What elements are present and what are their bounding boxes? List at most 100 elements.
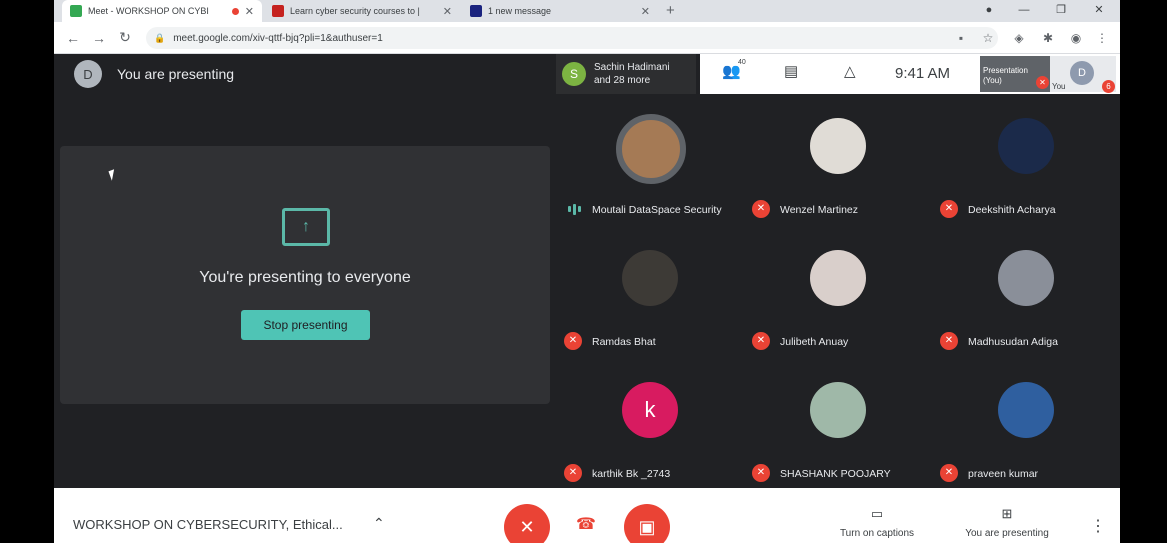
reload-icon[interactable]: ↻ [112,29,138,46]
camera-icon[interactable]: ▪ [949,22,973,54]
muted-mic-icon: ✕ [564,332,582,350]
activities-icon[interactable]: △ [844,62,856,80]
profile-dot-icon[interactable]: ● [974,0,1004,22]
url-text: meet.google.com/xiv-qttf-bjq?pli=1&authu… [173,32,383,44]
avatar [998,250,1054,306]
bottom-control-bar: WORKSHOP ON CYBERSECURITY, Ethical... ⌃ … [54,488,1120,543]
maximize-icon[interactable]: ❐ [1046,0,1076,22]
participant-tile[interactable]: ✕ Wenzel Martinez [744,96,932,226]
tab-title: Learn cyber security courses to | [290,6,420,16]
muted-mic-icon: ✕ [940,464,958,482]
close-tab-icon[interactable]: ✕ [245,5,254,18]
owner-more: and 28 more [594,75,651,86]
meeting-tools: 👥 40 ▤ △ 9:41 AM Presentation (You) ✕ D … [700,54,1120,94]
avatar: D [74,60,102,88]
tab-cyber-courses[interactable]: Learn cyber security courses to | ✕ [264,0,460,22]
browser-tab-strip: Meet - WORKSHOP ON CYBI ✕ Learn cyber se… [54,0,1120,22]
presenting-message: You're presenting to everyone [199,269,411,286]
meeting-clock: 9:41 AM [895,65,951,82]
muted-mic-icon: ✕ [1036,76,1049,89]
meeting-owner-chip[interactable]: S Sachin Hadimani and 28 more [556,54,696,94]
address-bar[interactable]: 🔒 meet.google.com/xiv-qttf-bjq?pli=1&aut… [146,27,998,49]
you-count-badge: 6 [1102,80,1115,93]
new-tab-button[interactable]: + [666,0,675,22]
captions-button[interactable]: ▭ Turn on captions [829,506,925,539]
participant-name: Julibeth Anuay [780,336,849,348]
chevron-up-icon[interactable]: ⌃ [373,515,385,532]
forward-icon[interactable]: → [86,30,112,46]
captions-icon: ▭ [870,506,884,521]
hang-up-button[interactable]: ☎ [576,514,596,534]
participant-tile[interactable]: ✕ Ramdas Bhat [556,228,744,358]
captions-label: Turn on captions [839,528,915,539]
participant-tile[interactable]: ✕ Madhusudan Adiga [932,228,1120,358]
minimize-icon[interactable]: — [1009,0,1039,22]
close-window-icon[interactable]: ✕ [1084,0,1114,22]
mic-off-button[interactable]: ✕ [504,504,550,543]
participant-tile[interactable]: ✕ Deekshith Acharya [932,96,1120,226]
owner-name: Sachin Hadimani [594,62,670,73]
participant-name: Madhusudan Adiga [968,336,1058,348]
participant-name: Deekshith Acharya [968,204,1056,216]
bookmark-star-icon[interactable]: ☆ [976,22,1000,54]
avatar: D [1070,61,1094,85]
avatar: k [622,382,678,438]
shield-extension-icon[interactable]: ◈ [1007,22,1031,54]
chrome-menu-icon[interactable]: ⋮ [1090,22,1114,54]
avatar [810,382,866,438]
presentation-panel: ↑ You're presenting to everyone Stop pre… [60,146,550,404]
close-tab-icon[interactable]: ✕ [443,5,452,18]
thumb-label: Presentation [983,66,1028,75]
participant-name: SHASHANK POOJARY [780,468,891,480]
participant-tile[interactable]: Moutali DataSpace Security [556,96,744,226]
tab-title: Meet - WORKSHOP ON CYBI [88,6,209,16]
meet-window: Meet - WORKSHOP ON CYBI ✕ Learn cyber se… [54,0,1120,543]
stop-presenting-button[interactable]: Stop presenting [241,310,370,340]
presentation-thumbnail[interactable]: Presentation (You) ✕ [980,56,1050,92]
speaking-indicator-icon [568,203,582,215]
muted-mic-icon: ✕ [752,200,770,218]
tab-meet[interactable]: Meet - WORKSHOP ON CYBI ✕ [62,0,262,22]
muted-mic-icon: ✕ [752,332,770,350]
browser-toolbar: ← → ↻ 🔒 meet.google.com/xiv-qttf-bjq?pli… [54,22,1120,54]
presenting-header: D You are presenting [54,54,554,94]
participant-tile[interactable]: ✕ SHASHANK POOJARY [744,360,932,490]
mic-off-icon: ✕ [519,516,535,537]
mouse-cursor-icon [108,169,118,181]
presenting-status-text: You are presenting [117,66,235,82]
site-favicon-icon [272,5,284,17]
presenting-button[interactable]: ⊞ You are presenting [959,506,1055,539]
meeting-header: S Sachin Hadimani and 28 more 👥 40 ▤ △ 9… [556,54,1120,94]
camera-off-button[interactable]: ▣ [624,504,670,543]
present-screen-icon: ↑ [282,208,330,246]
more-options-icon[interactable]: ⋮ [1090,516,1106,536]
meeting-title[interactable]: WORKSHOP ON CYBERSECURITY, Ethical... [73,517,343,532]
meet-favicon-icon [70,5,82,17]
close-tab-icon[interactable]: ✕ [641,5,650,18]
chat-icon[interactable]: ▤ [784,62,798,80]
tab-message[interactable]: 1 new message ✕ [462,0,658,22]
participant-name: Wenzel Martinez [780,204,859,216]
presenting-label: You are presenting [965,528,1049,539]
avatar [622,250,678,306]
avatar: S [562,62,586,86]
avatar [998,382,1054,438]
you-label: You [1052,82,1066,91]
self-view-thumbnail[interactable]: D You 6 [1050,56,1116,93]
profile-avatar-icon[interactable]: ◉ [1064,22,1088,54]
muted-mic-icon: ✕ [752,464,770,482]
present-icon: ⊞ [1001,506,1013,521]
back-icon[interactable]: ← [60,30,86,46]
avatar [810,250,866,306]
avatar [810,118,866,174]
recording-dot-icon [231,7,239,15]
participant-tile[interactable]: ✕ praveen kumar [932,360,1120,490]
mail-favicon-icon [470,5,482,17]
participant-tile[interactable]: k ✕ karthik Bk _2743 [556,360,744,490]
tab-title: 1 new message [488,6,552,16]
participant-name: karthik Bk _2743 [592,468,671,480]
participant-tile[interactable]: ✕ Julibeth Anuay [744,228,932,358]
extensions-puzzle-icon[interactable]: ✱ [1036,22,1060,54]
participant-name: Ramdas Bhat [592,336,656,348]
participants-count-badge: 40 [738,59,746,66]
